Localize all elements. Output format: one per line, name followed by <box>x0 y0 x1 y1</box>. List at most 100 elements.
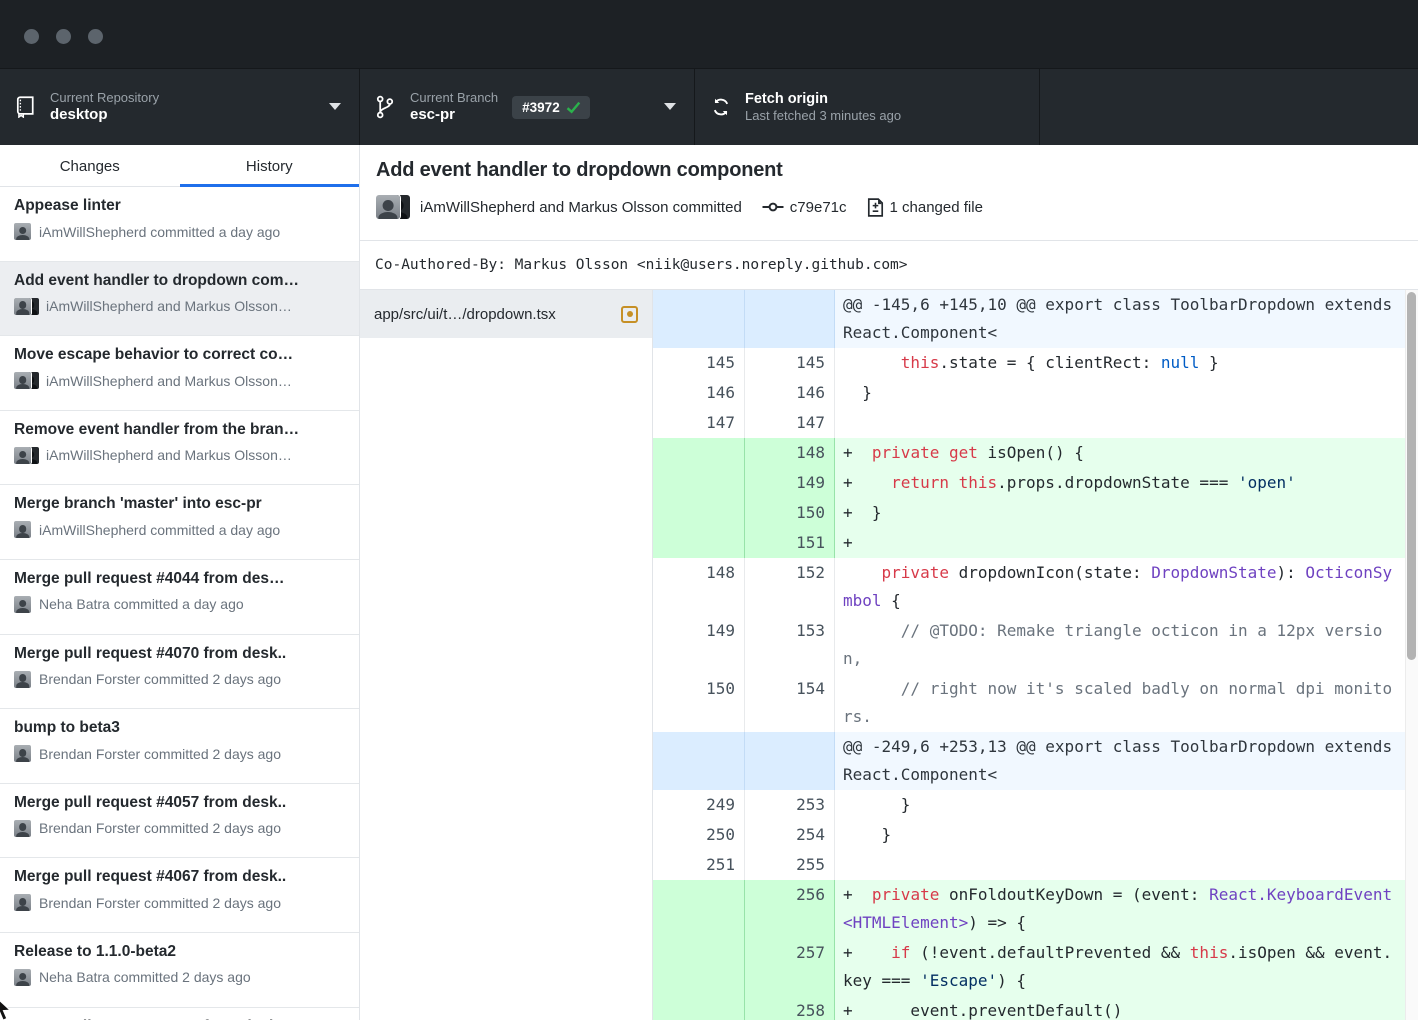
commit-list-byline: iAmWillShepherd and Markus Olsson… <box>14 298 345 315</box>
new-line-number: 258 <box>745 996 835 1020</box>
code-line: } <box>835 790 1418 820</box>
commit-list-title: Merge pull request #4067 from desk.. <box>14 868 345 886</box>
code-line: // @TODO: Remake triangle octicon in a 1… <box>835 616 1418 674</box>
tab-changes[interactable]: Changes <box>0 145 180 187</box>
zoom-button[interactable] <box>88 29 103 44</box>
chevron-down-icon <box>664 103 676 110</box>
commit-list-byline: Brendan Forster committed 2 days ago <box>14 820 345 837</box>
diff-line-added: 149+ return this.props.dropdownState ===… <box>653 468 1418 498</box>
old-line-number <box>653 438 745 468</box>
commit-list-item[interactable]: Add event handler to dropdown com… iAmWi… <box>0 262 359 337</box>
new-line-number: 255 <box>745 850 835 880</box>
commit-list-item[interactable]: Remove event handler from the bran… iAmW… <box>0 411 359 486</box>
new-line-number: 146 <box>745 378 835 408</box>
avatar <box>14 671 31 688</box>
git-commit-icon <box>762 199 784 215</box>
file-row[interactable]: app/src/ui/t…/dropdown.tsx <box>360 290 652 338</box>
diff-hunk-header: @@ -145,6 +145,10 @@ export class Toolba… <box>653 290 1418 348</box>
commit-list-byline: Neha Batra committed a day ago <box>14 596 345 613</box>
commit-list-title: bump to beta3 <box>14 719 345 737</box>
commit-list-item[interactable]: Merge pull request #4044 from des… Neha … <box>0 560 359 635</box>
old-line-number <box>653 290 745 348</box>
fetch-origin-button[interactable]: Fetch origin Last fetched 3 minutes ago <box>695 69 1040 145</box>
code-line: + if (!event.defaultPrevented && this.is… <box>835 938 1418 996</box>
changed-file-list: app/src/ui/t…/dropdown.tsx <box>360 290 653 1020</box>
close-button[interactable] <box>24 29 39 44</box>
avatar <box>14 596 31 613</box>
commit-list-title: Merge pull request #4057 from desk.. <box>14 794 345 812</box>
commit-list-item[interactable]: Release to 1.1.0-beta2 Neha Batra commit… <box>0 933 359 1008</box>
commit-list-title: Remove event handler from the bran… <box>14 421 345 439</box>
commit-list-item[interactable]: Merge branch 'master' into esc-pr iAmWil… <box>0 485 359 560</box>
diff-line-context: 149153 // @TODO: Remake triangle octicon… <box>653 616 1418 674</box>
commit-sha: c79e71c <box>790 199 847 216</box>
commit-list-item[interactable]: Move escape behavior to correct co… iAmW… <box>0 336 359 411</box>
code-line: @@ -145,6 +145,10 @@ export class Toolba… <box>835 290 1418 348</box>
titlebar <box>0 0 1418 68</box>
committer-avatars <box>14 298 38 315</box>
new-line-number: 153 <box>745 616 835 674</box>
commit-list-title: Add event handler to dropdown com… <box>14 272 345 290</box>
old-line-number: 148 <box>653 558 745 616</box>
commit-list-item[interactable]: Merge pull request #4070 from desk.. Bre… <box>0 635 359 710</box>
commit-list-byline: iAmWillShepherd and Markus Olsson… <box>14 372 345 389</box>
code-line <box>835 408 1418 438</box>
diff-scrollbar-thumb[interactable] <box>1407 292 1416 660</box>
old-line-number <box>653 528 745 558</box>
new-line-number: 149 <box>745 468 835 498</box>
mouse-cursor <box>0 996 13 1022</box>
old-line-number: 150 <box>653 674 745 732</box>
diff-line-added: 257+ if (!event.defaultPrevented && this… <box>653 938 1418 996</box>
old-line-number <box>653 468 745 498</box>
branch-switcher[interactable]: Current Branch esc-pr #3972 <box>360 69 695 145</box>
code-line: } <box>835 378 1418 408</box>
diff-line-context: 251255 <box>653 850 1418 880</box>
commit-list-byline: Neha Batra committed 2 days ago <box>14 969 345 986</box>
commit-list-title: Merge pull request #4044 from des… <box>14 570 345 588</box>
code-line: } <box>835 820 1418 850</box>
modified-status-icon <box>621 306 638 323</box>
new-line-number: 257 <box>745 938 835 996</box>
code-line: this.state = { clientRect: null } <box>835 348 1418 378</box>
traffic-lights <box>24 29 103 44</box>
code-line: + private get isOpen() { <box>835 438 1418 468</box>
old-line-number: 145 <box>653 348 745 378</box>
diff-hunk-header: @@ -249,6 +253,13 @@ export class Toolba… <box>653 732 1418 790</box>
branch-name: esc-pr <box>410 106 498 125</box>
check-icon <box>566 101 581 114</box>
diff-view: @@ -145,6 +145,10 @@ export class Toolba… <box>653 290 1418 1020</box>
minimize-button[interactable] <box>56 29 71 44</box>
changed-files-count: 1 changed file <box>890 199 983 216</box>
commit-list-item[interactable]: Merge pull request #4073 from desk.. <box>0 1008 359 1020</box>
avatar <box>14 820 31 837</box>
tab-history[interactable]: History <box>180 145 360 187</box>
commit-list-byline: iAmWillShepherd committed a day ago <box>14 521 345 538</box>
avatar <box>14 969 31 986</box>
new-line-number: 148 <box>745 438 835 468</box>
diff-line-context: 250254 } <box>653 820 1418 850</box>
repository-switcher[interactable]: Current Repository desktop <box>0 69 360 145</box>
new-line-number: 253 <box>745 790 835 820</box>
diff-scrollbar-track[interactable] <box>1405 290 1418 1020</box>
code-line: + event.preventDefault() <box>835 996 1418 1020</box>
commit-byline: iAmWillShepherd and Markus Olsson commit… <box>420 199 742 216</box>
old-line-number <box>653 996 745 1020</box>
pr-status-badge[interactable]: #3972 <box>512 96 590 119</box>
fetch-status: Last fetched 3 minutes ago <box>745 108 901 124</box>
avatar <box>14 521 31 538</box>
commit-list-item[interactable]: Appease linter iAmWillShepherd committed… <box>0 187 359 262</box>
avatar <box>14 372 31 389</box>
old-line-number <box>653 732 745 790</box>
new-line-number: 154 <box>745 674 835 732</box>
git-branch-icon <box>376 95 398 119</box>
commit-list-item[interactable]: Merge pull request #4057 from desk.. Bre… <box>0 784 359 859</box>
repo-book-icon <box>16 96 38 118</box>
commit-list-byline: iAmWillShepherd committed a day ago <box>14 223 345 240</box>
commit-list-item[interactable]: Merge pull request #4067 from desk.. Bre… <box>0 858 359 933</box>
new-line-number: 256 <box>745 880 835 938</box>
commit-list-item[interactable]: bump to beta3 Brendan Forster committed … <box>0 709 359 784</box>
commit-list: Appease linter iAmWillShepherd committed… <box>0 187 359 1020</box>
commit-list-title: Move escape behavior to correct co… <box>14 346 345 364</box>
avatar <box>14 223 31 240</box>
pr-number: #3972 <box>522 100 560 115</box>
